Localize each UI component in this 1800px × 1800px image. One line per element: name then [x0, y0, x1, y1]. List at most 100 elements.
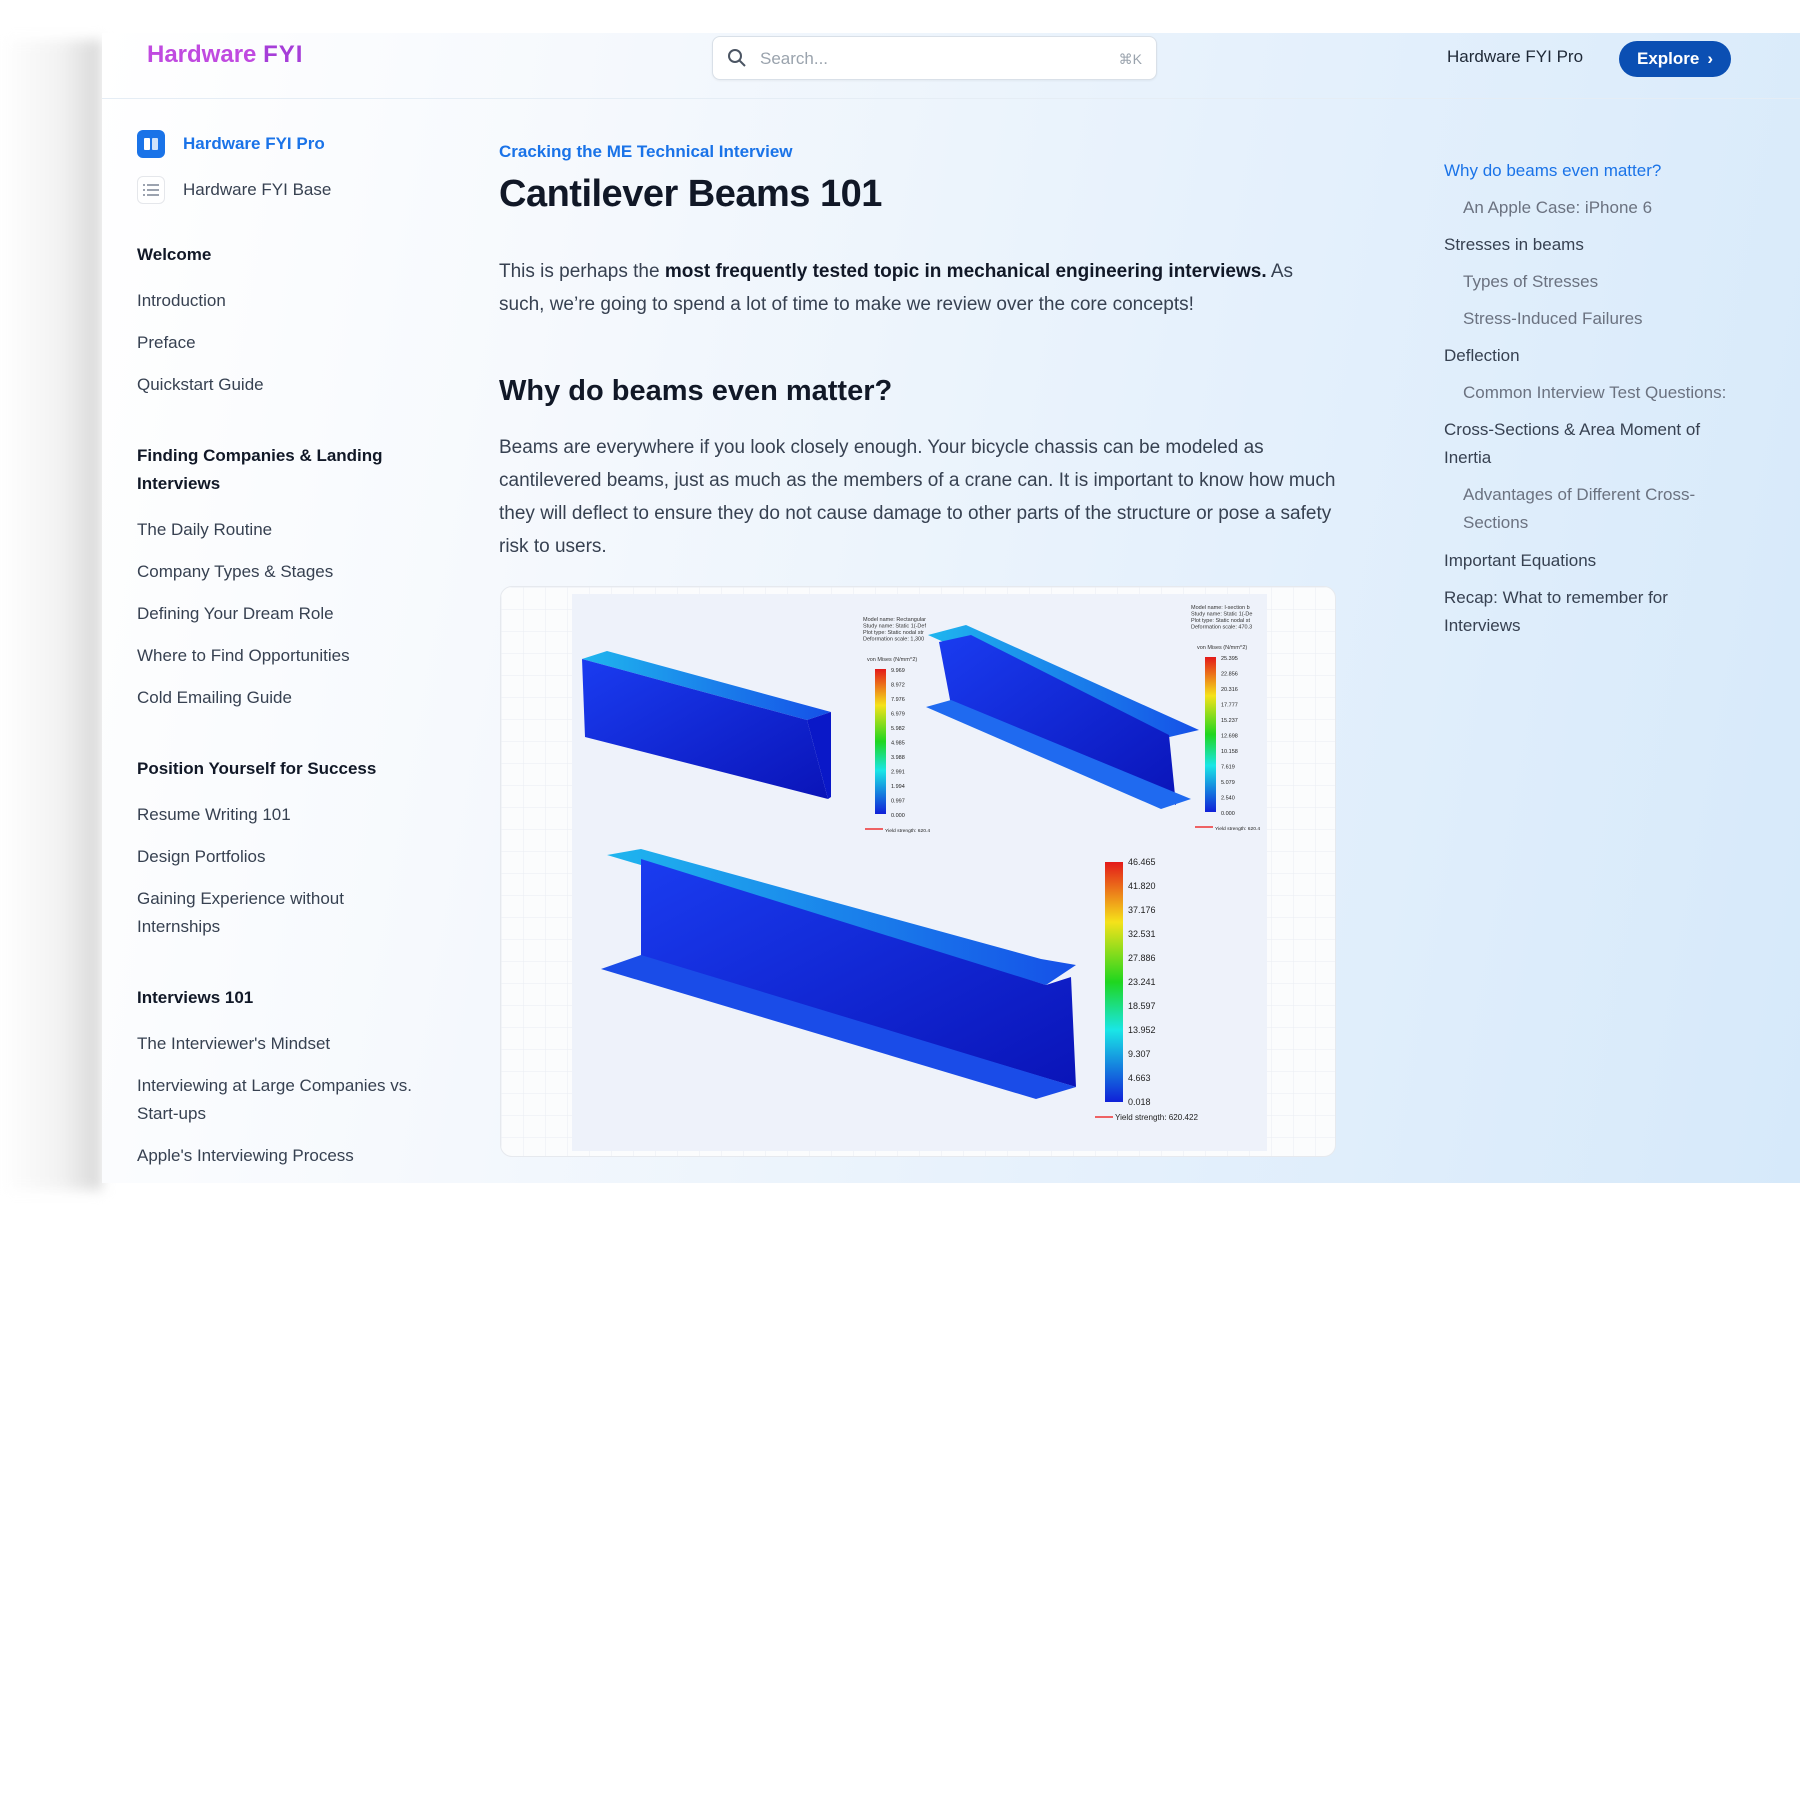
logo[interactable]: Hardware FYI [147, 41, 303, 69]
explore-button[interactable]: Explore › [1619, 41, 1731, 77]
legend-value: 5.982 [891, 726, 905, 732]
legend-value: 17.777 [1221, 703, 1238, 709]
toc-item[interactable]: Important Equations [1444, 547, 1734, 575]
legend-value: 0.997 [891, 799, 905, 805]
legend-value: 4.663 [1128, 1073, 1151, 1083]
sidebar-item-apple-process[interactable]: Apple's Interviewing Process [137, 1142, 427, 1170]
sidebar-item-label: Hardware FYI Pro [183, 134, 325, 153]
legend-value: 25.395 [1221, 656, 1238, 662]
toc-item[interactable]: Advantages of Different Cross-Sections [1463, 481, 1753, 537]
top-header: Hardware FYI Search... ⌘K Hardware FYI P… [102, 33, 1800, 99]
legend-value: 20.316 [1221, 687, 1238, 693]
fea-stress-figure: Model name: Rectangular Study name: Stati… [500, 586, 1336, 1157]
toc-item[interactable]: Stresses in beams [1444, 231, 1734, 259]
search-input[interactable]: Search... ⌘K [712, 36, 1157, 80]
section-heading: Why do beams even matter? [499, 375, 893, 407]
sidebar-item-design-portfolios[interactable]: Design Portfolios [137, 843, 427, 871]
legend-value: 2.991 [891, 770, 905, 776]
intro-paragraph: This is perhaps the most frequently test… [499, 255, 1339, 321]
toc-item[interactable]: Common Interview Test Questions: [1463, 379, 1753, 407]
legend-value: 22.856 [1221, 672, 1238, 678]
toc-item[interactable]: Cross-Sections & Area Moment of Inertia [1444, 416, 1734, 472]
color-scale-bar [1105, 862, 1123, 1102]
color-scale-bar [1205, 657, 1216, 812]
legend-value: 32.531 [1128, 929, 1156, 939]
sidebar-item-company-types[interactable]: Company Types & Stages [137, 558, 427, 586]
toc-item[interactable]: Recap: What to remember for Interviews [1444, 584, 1734, 640]
intro-text: This is perhaps the [499, 261, 665, 282]
sidebar-item-introduction[interactable]: Introduction [137, 287, 427, 315]
plot-info-text: Plot type: Static nodal str [863, 630, 924, 636]
legend-value: 15.237 [1221, 718, 1238, 724]
legend-value: 46.465 [1128, 857, 1156, 867]
sidebar-section-welcome: Welcome [137, 245, 212, 264]
legend-value: 2.540 [1221, 796, 1235, 802]
logo-text: Hardware [147, 41, 257, 68]
legend-value: 5.079 [1221, 780, 1235, 786]
book-icon [137, 130, 165, 158]
yield-strength-label: Yield strength: 620.4 [1215, 826, 1260, 832]
sidebar-section-position-yourself: Position Yourself for Success [137, 759, 377, 778]
legend-value: 41.820 [1128, 881, 1156, 891]
sidebar-item-quickstart[interactable]: Quickstart Guide [137, 371, 427, 399]
legend-value: 37.176 [1128, 905, 1156, 915]
search-placeholder: Search... [760, 49, 829, 68]
sidebar-item-large-vs-startups[interactable]: Interviewing at Large Companies vs. Star… [137, 1072, 427, 1128]
plot-info-text: Deformation scale: 470.3 [1191, 625, 1252, 631]
legend-value: 0.000 [1221, 811, 1235, 817]
logo-mark: FYI [263, 41, 304, 68]
legend-value: 27.886 [1128, 953, 1156, 963]
list-icon [137, 176, 165, 204]
plot-info-text: Study name: Static 1(-Def [863, 624, 926, 630]
sidebar-item-gaining-experience[interactable]: Gaining Experience without Internships [137, 885, 417, 941]
docs-page: Hardware FYI Search... ⌘K Hardware FYI P… [102, 33, 1800, 1183]
sidebar-section-finding-companies: Finding Companies & Landing Interviews [137, 446, 383, 493]
page-title: Cantilever Beams 101 [499, 173, 882, 215]
sidebar-item-interviewers-mindset[interactable]: The Interviewer's Mindset [137, 1030, 427, 1058]
color-scale-bar [875, 669, 886, 814]
sidebar-item-find-opportunities[interactable]: Where to Find Opportunities [137, 642, 427, 670]
legend-value: 0.018 [1128, 1097, 1151, 1107]
explore-label: Explore [1636, 49, 1700, 68]
legend-unit: von Mises (N/mm^2) [867, 657, 917, 663]
toc-item[interactable]: Deflection [1444, 342, 1734, 370]
sidebar-item-dream-role[interactable]: Defining Your Dream Role [137, 600, 427, 628]
sidebar-item-preface[interactable]: Preface [137, 329, 427, 357]
sidebar-item-daily-routine[interactable]: The Daily Routine [137, 516, 427, 544]
hardware-fyi-pro-link[interactable]: Hardware FYI Pro [1447, 47, 1583, 67]
toc-item[interactable]: Why do beams even matter? [1444, 157, 1734, 185]
page-shadow [0, 40, 102, 1190]
plot-info-text: Deformation scale: 1,300 [863, 637, 924, 643]
legend-value: 12.698 [1221, 734, 1238, 740]
plot-info-text: Plot type: Static nodal st [1191, 618, 1250, 624]
toc-item[interactable]: Stress-Induced Failures [1463, 305, 1753, 333]
fea-image: Model name: RectangularStudy name: Stati… [501, 587, 1335, 1156]
legend-value: 4.985 [891, 741, 905, 747]
breadcrumb[interactable]: Cracking the ME Technical Interview [499, 142, 793, 162]
plot-info-text: Study name: Static 1(-De [1191, 612, 1252, 618]
legend-value: 7.619 [1221, 765, 1235, 771]
legend-value: 1.994 [891, 784, 905, 790]
toc-item[interactable]: Types of Stresses [1463, 268, 1753, 296]
legend-value: 9.969 [891, 668, 905, 674]
sidebar-section-interviews-101: Interviews 101 [137, 988, 254, 1007]
legend-value: 18.597 [1128, 1001, 1156, 1011]
sidebar-item-resume-writing[interactable]: Resume Writing 101 [137, 801, 427, 829]
legend-value: 6.979 [891, 712, 905, 718]
search-shortcut: ⌘K [1118, 51, 1142, 67]
sidebar-item-cold-emailing[interactable]: Cold Emailing Guide [137, 684, 427, 712]
beams-paragraph: Beams are everywhere if you look closely… [499, 437, 1336, 557]
legend-value: 0.000 [891, 813, 905, 819]
legend-value: 9.307 [1128, 1049, 1151, 1059]
legend-value: 7.976 [891, 697, 905, 703]
chevron-right-icon: › [1707, 49, 1714, 68]
sidebar-item-hardware-fyi-pro[interactable]: Hardware FYI Pro [137, 130, 325, 158]
legend-value: 23.241 [1128, 977, 1156, 987]
sidebar-item-hardware-fyi-base[interactable]: Hardware FYI Base [137, 176, 331, 204]
plot-info-text: Model name: I-section b [1191, 605, 1250, 611]
legend-unit: von Mises (N/mm^2) [1197, 645, 1247, 651]
intro-bold-text: most frequently tested topic in mechanic… [664, 261, 1267, 282]
plot-info-text: Model name: Rectangular [863, 617, 926, 623]
toc-item[interactable]: An Apple Case: iPhone 6 [1463, 194, 1753, 222]
search-icon [728, 49, 746, 67]
